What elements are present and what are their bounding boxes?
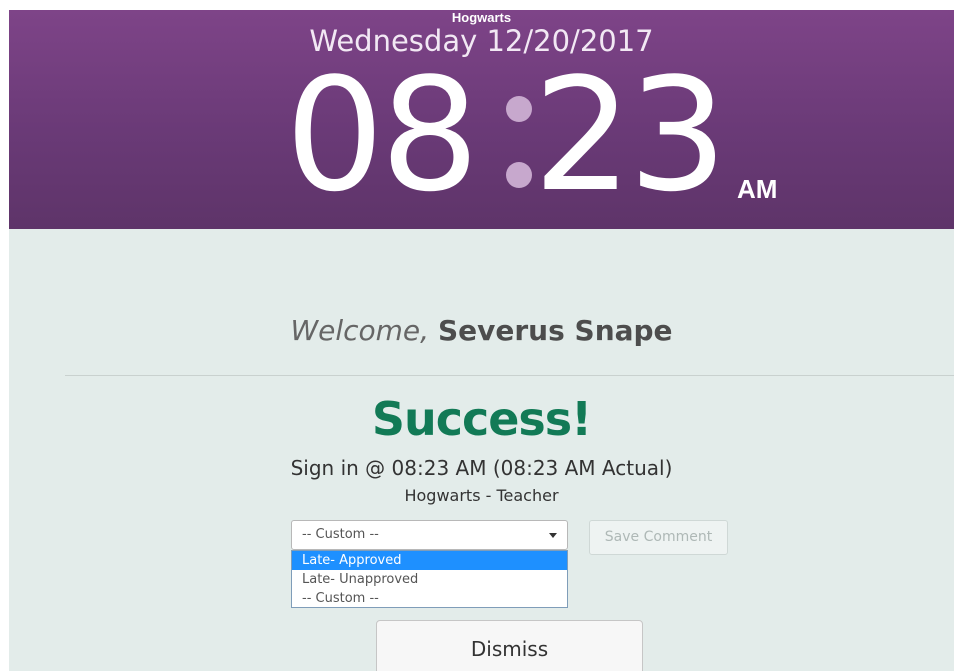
option-late-unapproved[interactable]: Late- Unapproved bbox=[292, 570, 567, 589]
digital-clock: 08 23 AM bbox=[281, 50, 801, 220]
option-custom[interactable]: -- Custom -- bbox=[292, 589, 567, 608]
dismiss-button[interactable]: Dismiss bbox=[376, 620, 643, 671]
location-role: Hogwarts - Teacher bbox=[404, 486, 559, 505]
save-comment-button[interactable]: Save Comment bbox=[589, 520, 728, 555]
status-title: Success! bbox=[371, 392, 592, 446]
welcome-message: Welcome, Severus Snape bbox=[9, 314, 954, 347]
welcome-greeting: Welcome, bbox=[290, 314, 430, 347]
signin-details: Sign in @ 08:23 AM (08:23 AM Actual) bbox=[290, 456, 673, 480]
clock-colon-dot-bottom bbox=[506, 162, 532, 188]
clock-minutes: 23 bbox=[533, 44, 728, 226]
clock-colon-dot-top bbox=[506, 96, 532, 122]
comment-options-list: Late- Approved Late- Unapproved -- Custo… bbox=[291, 550, 568, 608]
comment-select[interactable]: -- Custom -- bbox=[291, 520, 568, 550]
clock-hours: 08 bbox=[285, 44, 480, 226]
option-late-approved[interactable]: Late- Approved bbox=[292, 551, 567, 570]
comment-select-value: -- Custom -- bbox=[302, 527, 379, 542]
clock-header: Hogwarts Wednesday 12/20/2017 08 23 AM bbox=[9, 10, 954, 229]
user-name: Severus Snape bbox=[437, 314, 673, 347]
chevron-down-icon bbox=[549, 533, 557, 538]
site-name: Hogwarts bbox=[451, 10, 512, 25]
kiosk-screen: Hogwarts Wednesday 12/20/2017 08 23 AM W… bbox=[9, 10, 954, 671]
clock-ampm: AM bbox=[737, 174, 778, 204]
section-divider bbox=[65, 375, 954, 376]
